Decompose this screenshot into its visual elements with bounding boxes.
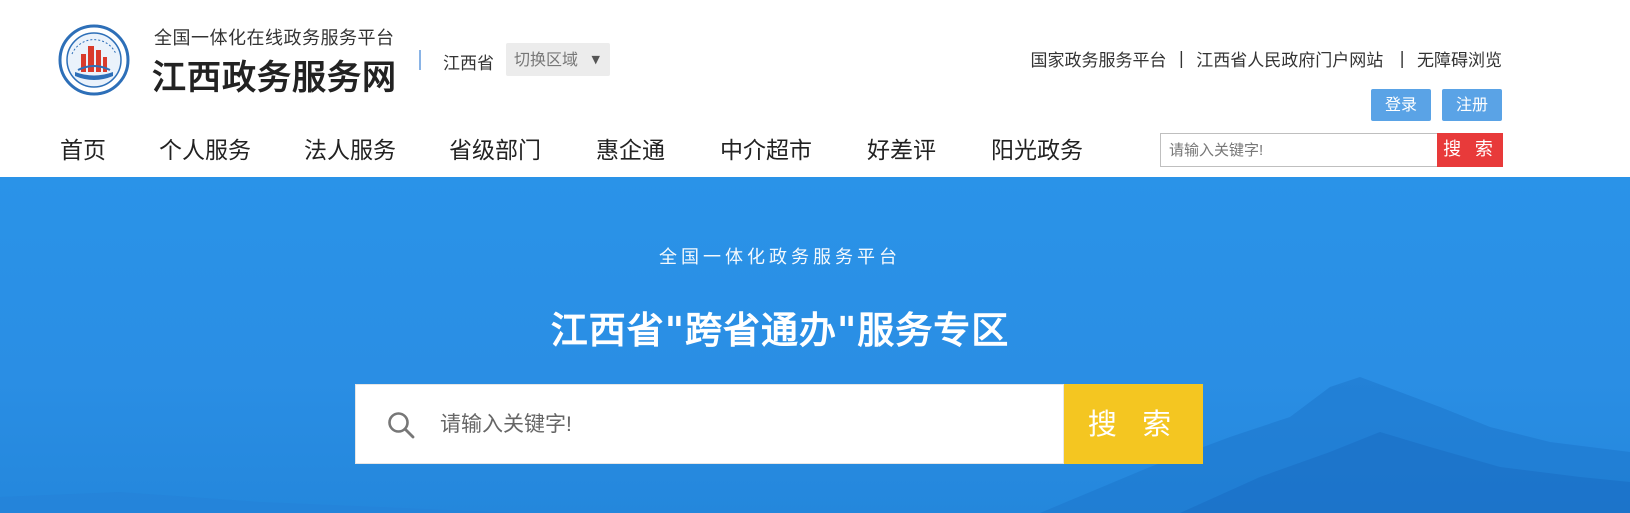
search-icon — [388, 412, 415, 439]
main-search-input[interactable] — [440, 405, 1040, 445]
nav-item-personal-services[interactable]: 个人服务 — [159, 131, 251, 165]
link-accessibility[interactable]: 无障碍浏览 — [1417, 46, 1502, 71]
chevron-down-icon: ▼ — [591, 53, 600, 66]
jiangxi-gov-emblem-icon[interactable] — [58, 24, 130, 96]
divider: | — [1399, 48, 1405, 69]
nav-item-corporate-services[interactable]: 法人服务 — [304, 131, 396, 165]
nav-item-rating[interactable]: 好差评 — [867, 131, 936, 165]
top-links: 国家政务服务平台 | 江西省人民政府门户网站 | 无障碍浏览 — [1031, 46, 1502, 72]
banner-subtitle: 全国一体化政务服务平台 — [659, 247, 901, 268]
region-switch-label: 切换区域 — [514, 50, 579, 69]
nav-item-home[interactable]: 首页 — [60, 131, 106, 165]
header-search-input[interactable] — [1160, 133, 1437, 167]
hero-banner: 全国一体化政务服务平台 江西省"跨省通办"服务专区 搜 索 — [0, 177, 1630, 513]
nav-item-enterprise-benefits[interactable]: 惠企通 — [596, 131, 665, 165]
header-search-button[interactable]: 搜 索 — [1437, 133, 1503, 167]
header-search: 搜 索 — [1160, 133, 1503, 167]
link-national-platform[interactable]: 国家政务服务平台 — [1031, 46, 1167, 71]
register-button[interactable]: 注册 — [1442, 89, 1502, 121]
login-button[interactable]: 登录 — [1371, 89, 1431, 121]
main-search-button[interactable]: 搜 索 — [1064, 384, 1203, 464]
main-search-box — [355, 384, 1064, 464]
divider: | — [1178, 48, 1185, 69]
brand-subtitle: 全国一体化在线政务服务平台 — [154, 28, 395, 49]
nav-item-open-government[interactable]: 阳光政务 — [991, 131, 1083, 165]
region-divider — [419, 50, 421, 70]
banner-title: 江西省"跨省通办"服务专区 — [550, 309, 1010, 352]
region-switch-dropdown[interactable]: 切换区域 ▼ — [506, 43, 610, 76]
brand-title[interactable]: 江西政务服务网 — [152, 50, 397, 99]
nav-item-intermediary-market[interactable]: 中介超市 — [720, 131, 812, 165]
nav-item-provincial-departments[interactable]: 省级部门 — [449, 131, 541, 165]
current-region: 江西省 — [443, 54, 494, 74]
main-search: 搜 索 — [355, 384, 1203, 464]
link-provincial-portal[interactable]: 江西省人民政府门户网站 — [1196, 46, 1383, 71]
site-header: 全国一体化在线政务服务平台 江西政务服务网 江西省 切换区域 ▼ 国家政务服务平… — [0, 0, 1630, 177]
main-nav: 首页 个人服务 法人服务 省级部门 惠企通 中介超市 好差评 阳光政务 — [60, 131, 1083, 165]
